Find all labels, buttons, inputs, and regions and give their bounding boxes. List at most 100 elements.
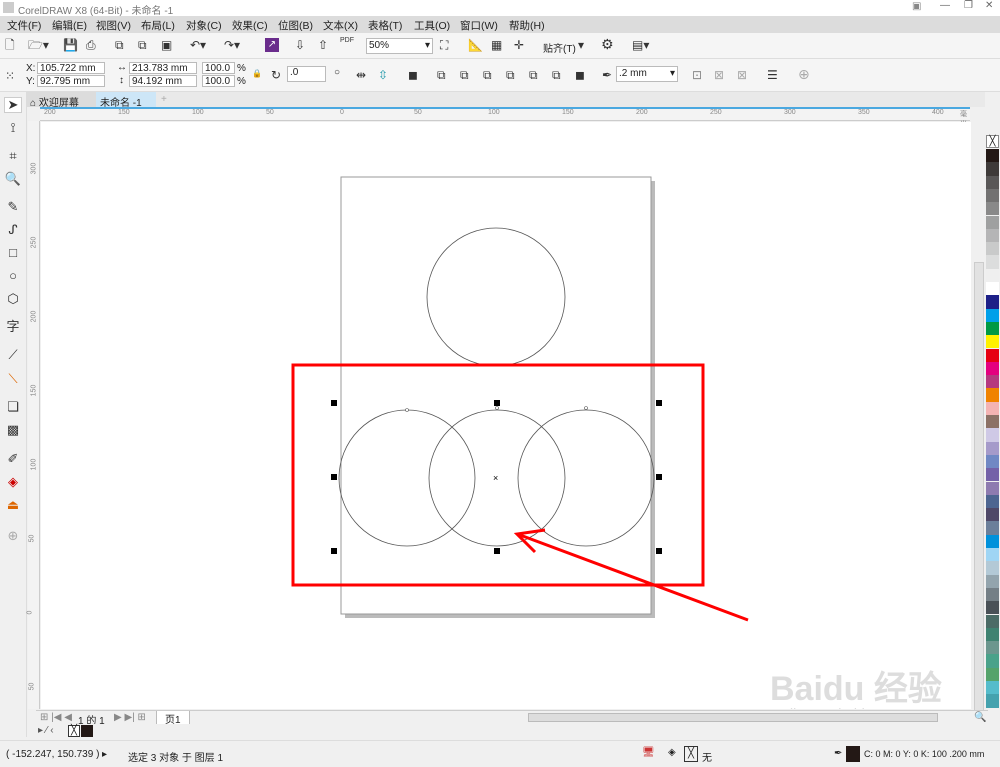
rotation-input[interactable]: .0 (287, 66, 326, 82)
group-icon[interactable]: ⊡ (692, 68, 702, 82)
color-swatch[interactable] (986, 654, 999, 668)
smart-fill-icon[interactable]: ⏏ (4, 498, 22, 512)
color-swatch[interactable] (986, 454, 999, 469)
scale-y-input[interactable]: 100.0 (202, 75, 235, 87)
eyedropper-icon[interactable]: ✐ (4, 452, 22, 466)
crop-tool-icon[interactable]: ⌗ (4, 149, 22, 163)
pick-tool-icon[interactable]: ➤ (4, 97, 22, 113)
object-origin-icon[interactable]: ⁙ (5, 69, 15, 83)
color-swatch[interactable] (986, 308, 999, 322)
paste-icon[interactable]: ▣ (161, 38, 172, 52)
ungroup-icon[interactable]: ⊠ (714, 68, 724, 82)
trim-icon[interactable]: ⧉ (460, 68, 469, 82)
color-swatch[interactable] (986, 614, 999, 628)
new-document-icon[interactable]: 🗋 (5, 38, 15, 52)
simplify-icon[interactable]: ⧉ (506, 68, 515, 82)
color-swatch[interactable] (986, 175, 999, 189)
menu-view[interactable]: 视图(V) (96, 18, 131, 33)
ungroup-all-icon[interactable]: ⊠ (737, 68, 747, 82)
menu-file[interactable]: 文件(F) (7, 18, 41, 33)
color-swatch[interactable] (986, 574, 999, 588)
weld-icon[interactable]: ⧉ (437, 68, 446, 82)
save-icon[interactable]: 💾 (63, 38, 78, 52)
gear-icon[interactable]: ⚙ (601, 37, 614, 51)
color-swatch[interactable] (986, 681, 999, 695)
zoom-tool-icon[interactable]: 🔍 (4, 172, 22, 186)
color-swatch[interactable] (986, 268, 999, 282)
color-swatch[interactable] (986, 548, 999, 562)
undo-icon[interactable]: ↶▾ (190, 38, 206, 52)
black-swatch[interactable] (81, 725, 93, 737)
color-swatch[interactable] (986, 641, 999, 655)
color-swatch[interactable] (986, 481, 999, 495)
print-icon[interactable]: ⎙ (86, 38, 96, 52)
add-tool-icon[interactable]: ⊕ (4, 529, 22, 543)
search-content-icon[interactable]: ↗ (265, 38, 279, 52)
outline-color-swatch[interactable] (846, 746, 860, 762)
text-tool-icon[interactable]: 字 (4, 320, 22, 334)
page-nav-buttons[interactable]: ⊞ |◀ ◀ (40, 712, 72, 723)
menu-text[interactable]: 文本(X) (323, 18, 358, 33)
color-swatch[interactable] (986, 335, 999, 349)
menu-help[interactable]: 帮助(H) (509, 18, 545, 33)
fill-icon[interactable]: ◈ (668, 747, 676, 758)
show-grid-icon[interactable]: ▦ (491, 38, 502, 52)
artistic-media-icon[interactable]: ᔑ (4, 223, 22, 237)
menu-tools[interactable]: 工具(O) (414, 18, 450, 33)
new-tab-button[interactable]: + (157, 92, 171, 107)
menu-table[interactable]: 表格(T) (368, 18, 402, 33)
application-launcher-icon[interactable]: ▤▾ (632, 38, 649, 52)
menu-window[interactable]: 窗口(W) (460, 18, 498, 33)
color-swatch[interactable] (986, 348, 999, 362)
shape-tool-icon[interactable]: ⟟ (4, 121, 22, 135)
copy-icon[interactable]: ⧉ (138, 38, 147, 52)
cut-icon[interactable]: ⧉ (115, 38, 124, 52)
freehand-tool-icon[interactable]: ✎ (4, 200, 22, 214)
width-input[interactable]: 213.783 mm (129, 62, 197, 74)
color-swatch[interactable] (986, 149, 999, 163)
color-proof-icon[interactable]: 🖥 (642, 747, 655, 758)
y-position-input[interactable]: 92.795 mm (37, 75, 105, 87)
menu-bitmaps[interactable]: 位图(B) (278, 18, 313, 33)
publish-pdf-icon[interactable]: PDF (340, 37, 354, 45)
close-button[interactable]: ✕ (985, 0, 993, 11)
menu-effects[interactable]: 效果(C) (232, 18, 268, 33)
minimize-button[interactable]: — (940, 0, 950, 11)
color-swatch[interactable] (986, 242, 999, 256)
tab-untitled-1[interactable]: 未命名 -1 (96, 92, 156, 109)
boundary-icon[interactable]: ◼ (575, 68, 585, 82)
scale-x-input[interactable]: 100.0 (202, 62, 235, 74)
color-swatch[interactable] (986, 295, 999, 309)
page-nav-next-buttons[interactable]: ▶ ▶| ⊞ (114, 712, 146, 723)
color-swatch[interactable] (986, 361, 999, 376)
redo-icon[interactable]: ↷▾ (224, 38, 240, 52)
menu-edit[interactable]: 编辑(E) (52, 18, 87, 33)
show-rulers-icon[interactable]: 📐 (468, 38, 483, 52)
mirror-vertical-icon[interactable]: ⇳ (378, 68, 388, 82)
connector-tool-icon[interactable]: ⟍ (4, 372, 22, 386)
transparency-icon[interactable]: ▩ (4, 423, 22, 437)
color-swatch[interactable] (986, 255, 999, 269)
color-swatch[interactable] (986, 627, 999, 642)
no-color-swatch[interactable]: ╳ (986, 135, 999, 149)
expand-arrow-icon[interactable]: ▸ (102, 749, 107, 760)
outline-width-select[interactable]: .2 mm ▾ (616, 66, 678, 82)
color-swatch[interactable] (986, 694, 999, 708)
restore-button[interactable]: ❐ (964, 0, 973, 11)
color-swatch[interactable] (986, 228, 999, 243)
no-fill-swatch[interactable]: ╳ (684, 746, 698, 762)
color-swatch[interactable] (986, 428, 999, 442)
rectangle-tool-icon[interactable]: □ (4, 246, 22, 260)
height-input[interactable]: 94.192 mm (129, 75, 197, 87)
color-swatch[interactable] (986, 415, 999, 429)
palette-arrows[interactable]: ▸ ⁄ ‹ (38, 725, 54, 736)
vertical-scrollbar[interactable] (973, 122, 985, 717)
color-swatch[interactable] (986, 215, 999, 229)
scrollbar-thumb[interactable] (974, 262, 984, 717)
show-guidelines-icon[interactable]: ✛ (514, 38, 524, 52)
interactive-fill-icon[interactable]: ◈ (4, 475, 22, 489)
outline-pen-icon[interactable]: ✒ (834, 748, 842, 759)
color-swatch[interactable] (986, 494, 999, 509)
color-swatch[interactable] (986, 508, 999, 522)
chevron-down-icon[interactable]: ▾ (578, 38, 584, 52)
